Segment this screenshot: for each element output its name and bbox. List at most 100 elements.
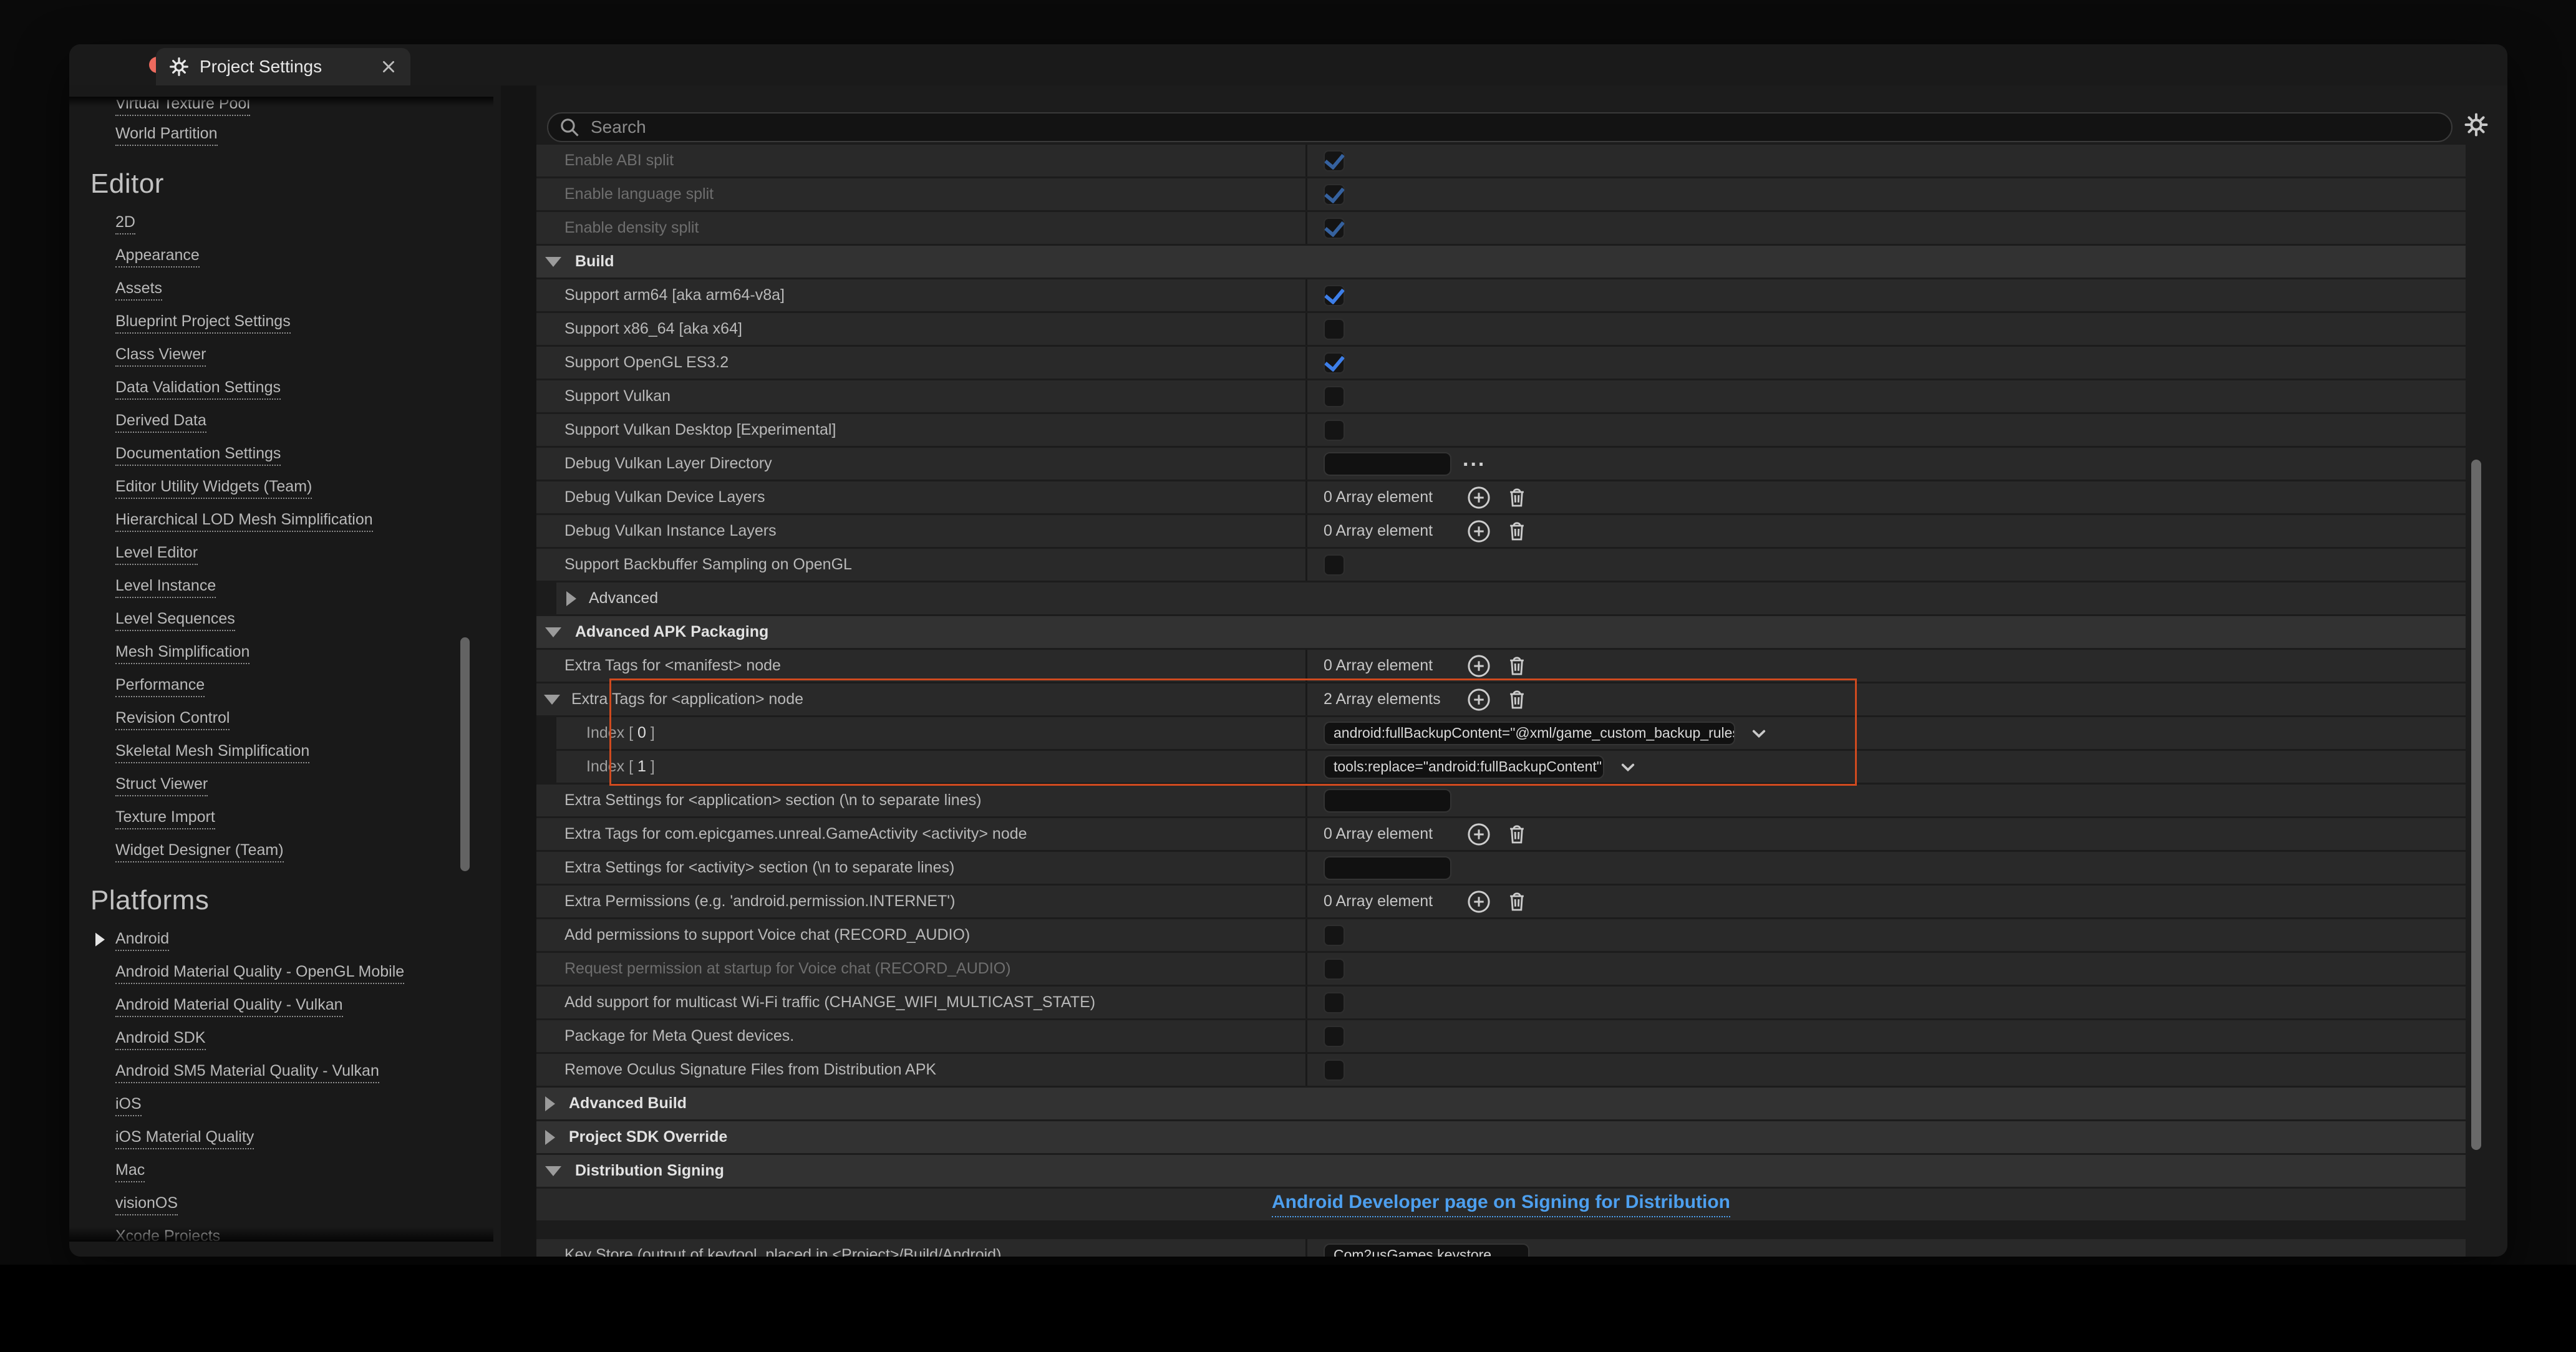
sidebar-item-skeletal-mesh-simplification[interactable]: Skeletal Mesh Simplification bbox=[90, 736, 472, 769]
trash-icon[interactable] bbox=[1504, 687, 1529, 712]
section-header-row[interactable]: Advanced APK Packaging bbox=[536, 616, 2466, 648]
sidebar-item-android-material-quality-opengl-mobile[interactable]: Android Material Quality - OpenGL Mobile bbox=[90, 957, 472, 990]
sidebar-scrollbar[interactable] bbox=[460, 637, 470, 871]
checkbox[interactable] bbox=[1324, 385, 1345, 407]
sidebar-item-struct-viewer[interactable]: Struct Viewer bbox=[90, 769, 472, 802]
text-field[interactable]: Com2usGames.keystore bbox=[1324, 1243, 1529, 1257]
settings-row: Add support for multicast Wi-Fi traffic … bbox=[536, 987, 2466, 1018]
trash-icon[interactable] bbox=[1504, 485, 1529, 510]
plus-circle-icon[interactable] bbox=[1466, 687, 1492, 713]
triangle-right-icon[interactable] bbox=[545, 1096, 555, 1111]
expanded-arrow-icon[interactable] bbox=[95, 932, 105, 947]
sidebar-item-documentation-settings[interactable]: Documentation Settings bbox=[90, 438, 472, 471]
triangle-right-icon[interactable] bbox=[545, 1129, 555, 1145]
sidebar-item-android-material-quality-vulkan[interactable]: Android Material Quality - Vulkan bbox=[90, 990, 472, 1023]
chevron-down-icon[interactable] bbox=[1748, 722, 1770, 745]
trash-icon[interactable] bbox=[1504, 519, 1529, 544]
triangle-down-icon[interactable] bbox=[545, 256, 561, 267]
browse-ellipsis-button[interactable]: ... bbox=[1463, 448, 1486, 470]
checkbox[interactable] bbox=[1324, 183, 1345, 205]
text-field[interactable] bbox=[1324, 856, 1451, 880]
section-header-row[interactable]: Advanced Build bbox=[536, 1088, 2466, 1119]
main-scrollbar[interactable] bbox=[2471, 460, 2481, 1150]
sidebar-item-revision-control[interactable]: Revision Control bbox=[90, 703, 472, 736]
sidebar-item-android-sdk[interactable]: Android SDK bbox=[90, 1023, 472, 1056]
sidebar-item-ios[interactable]: iOS bbox=[90, 1089, 472, 1122]
sidebar-item-label: Android Material Quality - OpenGL Mobile bbox=[115, 963, 405, 984]
settings-gear-icon[interactable] bbox=[2463, 112, 2489, 138]
checkbox[interactable] bbox=[1324, 217, 1345, 239]
sidebar-item-performance[interactable]: Performance bbox=[90, 670, 472, 703]
trash-icon[interactable] bbox=[1504, 654, 1529, 678]
checkbox[interactable] bbox=[1324, 352, 1345, 374]
text-field[interactable]: tools:replace="android:fullBackupContent… bbox=[1324, 755, 1604, 779]
row-label-cell: Extra Tags for com.epicgames.unreal.Game… bbox=[536, 818, 1307, 850]
sidebar-item-label: Editor Utility Widgets (Team) bbox=[115, 478, 312, 499]
sidebar-item-ios-material-quality[interactable]: iOS Material Quality bbox=[90, 1122, 472, 1155]
checkbox[interactable] bbox=[1324, 554, 1345, 576]
sidebar-item-android-sm5-material-quality-vulkan[interactable]: Android SM5 Material Quality - Vulkan bbox=[90, 1056, 472, 1089]
sidebar-item-blueprint-project-settings[interactable]: Blueprint Project Settings bbox=[90, 306, 472, 339]
text-field[interactable] bbox=[1324, 788, 1451, 813]
text-field[interactable] bbox=[1324, 451, 1451, 476]
sidebar-item-level-instance[interactable]: Level Instance bbox=[90, 571, 472, 604]
checkbox[interactable] bbox=[1324, 1025, 1345, 1047]
trash-icon[interactable] bbox=[1504, 822, 1529, 847]
sidebar-item-mac[interactable]: Mac bbox=[90, 1155, 472, 1188]
search-input[interactable] bbox=[589, 117, 2439, 138]
sidebar-item-2d[interactable]: 2D bbox=[90, 207, 472, 240]
close-tab-icon[interactable] bbox=[380, 59, 397, 75]
plus-circle-icon[interactable] bbox=[1466, 518, 1492, 544]
sidebar-item-assets[interactable]: Assets bbox=[90, 273, 472, 306]
plus-circle-icon[interactable] bbox=[1466, 821, 1492, 847]
external-link[interactable]: Android Developer page on Signing for Di… bbox=[1272, 1192, 1730, 1217]
text-field[interactable]: android:fullBackupContent="@xml/game_cus… bbox=[1324, 721, 1735, 745]
sidebar-item-world-partition[interactable]: World Partition bbox=[90, 118, 472, 152]
sidebar-item-mesh-simplification[interactable]: Mesh Simplification bbox=[90, 637, 472, 670]
checkbox[interactable] bbox=[1324, 318, 1345, 340]
checkbox[interactable] bbox=[1324, 924, 1345, 946]
section-header-row[interactable]: Build bbox=[536, 246, 2466, 278]
sidebar-item-texture-import[interactable]: Texture Import bbox=[90, 802, 472, 835]
row-label-cell: Support Vulkan Desktop [Experimental] bbox=[536, 414, 1307, 446]
checkbox[interactable] bbox=[1324, 992, 1345, 1013]
sidebar-item-derived-data[interactable]: Derived Data bbox=[90, 405, 472, 438]
search-icon bbox=[558, 116, 581, 138]
sidebar-item-class-viewer[interactable]: Class Viewer bbox=[90, 339, 472, 372]
sidebar-item-android[interactable]: Android bbox=[90, 924, 472, 957]
row-label-cell: Add support for multicast Wi-Fi traffic … bbox=[536, 987, 1307, 1018]
collapsed-subsection-row[interactable]: Advanced bbox=[556, 582, 2466, 614]
checkbox[interactable] bbox=[1324, 1059, 1345, 1081]
settings-row: Support x86_64 [aka x64] bbox=[536, 313, 2466, 345]
sidebar-item-level-sequences[interactable]: Level Sequences bbox=[90, 604, 472, 637]
checkbox[interactable] bbox=[1324, 419, 1345, 441]
section-header-row[interactable]: Distribution Signing bbox=[536, 1155, 2466, 1187]
checkbox[interactable] bbox=[1324, 958, 1345, 980]
screen: Project Settings Virtual Texture PoolWor… bbox=[0, 0, 2576, 1352]
panel-splitter[interactable] bbox=[501, 85, 536, 1257]
triangle-down-icon[interactable] bbox=[545, 627, 561, 637]
sidebar-item-data-validation-settings[interactable]: Data Validation Settings bbox=[90, 372, 472, 405]
plus-circle-icon[interactable] bbox=[1466, 485, 1492, 511]
triangle-down-icon[interactable] bbox=[545, 1166, 561, 1176]
checkbox[interactable] bbox=[1324, 284, 1345, 306]
sidebar-item-appearance[interactable]: Appearance bbox=[90, 240, 472, 273]
settings-row: Debug Vulkan Instance Layers 0 Array elem… bbox=[536, 515, 2466, 547]
chevron-down-icon[interactable] bbox=[1617, 756, 1639, 778]
sidebar-item-hierarchical-lod-mesh-simplification[interactable]: Hierarchical LOD Mesh Simplification bbox=[90, 505, 472, 538]
section-header-row[interactable]: Project SDK Override bbox=[536, 1121, 2466, 1153]
window-tab[interactable]: Project Settings bbox=[156, 48, 410, 85]
sidebar-item-widget-designer-team-[interactable]: Widget Designer (Team) bbox=[90, 835, 472, 868]
row-label-cell: Support Vulkan bbox=[536, 380, 1307, 412]
plus-circle-icon[interactable] bbox=[1466, 653, 1492, 679]
settings-sidebar: Virtual Texture PoolWorld PartitionEdito… bbox=[90, 100, 472, 1241]
triangle-down-icon[interactable] bbox=[544, 694, 560, 705]
sidebar-item-visionos[interactable]: visionOS bbox=[90, 1188, 472, 1221]
sidebar-item-level-editor[interactable]: Level Editor bbox=[90, 538, 472, 571]
triangle-right-icon[interactable] bbox=[566, 591, 576, 606]
checkbox[interactable] bbox=[1324, 150, 1345, 171]
trash-icon[interactable] bbox=[1504, 889, 1529, 914]
sidebar-item-editor-utility-widgets-team-[interactable]: Editor Utility Widgets (Team) bbox=[90, 471, 472, 505]
plus-circle-icon[interactable] bbox=[1466, 889, 1492, 915]
row-label-cell: Index [ 1 ] bbox=[556, 751, 1307, 783]
